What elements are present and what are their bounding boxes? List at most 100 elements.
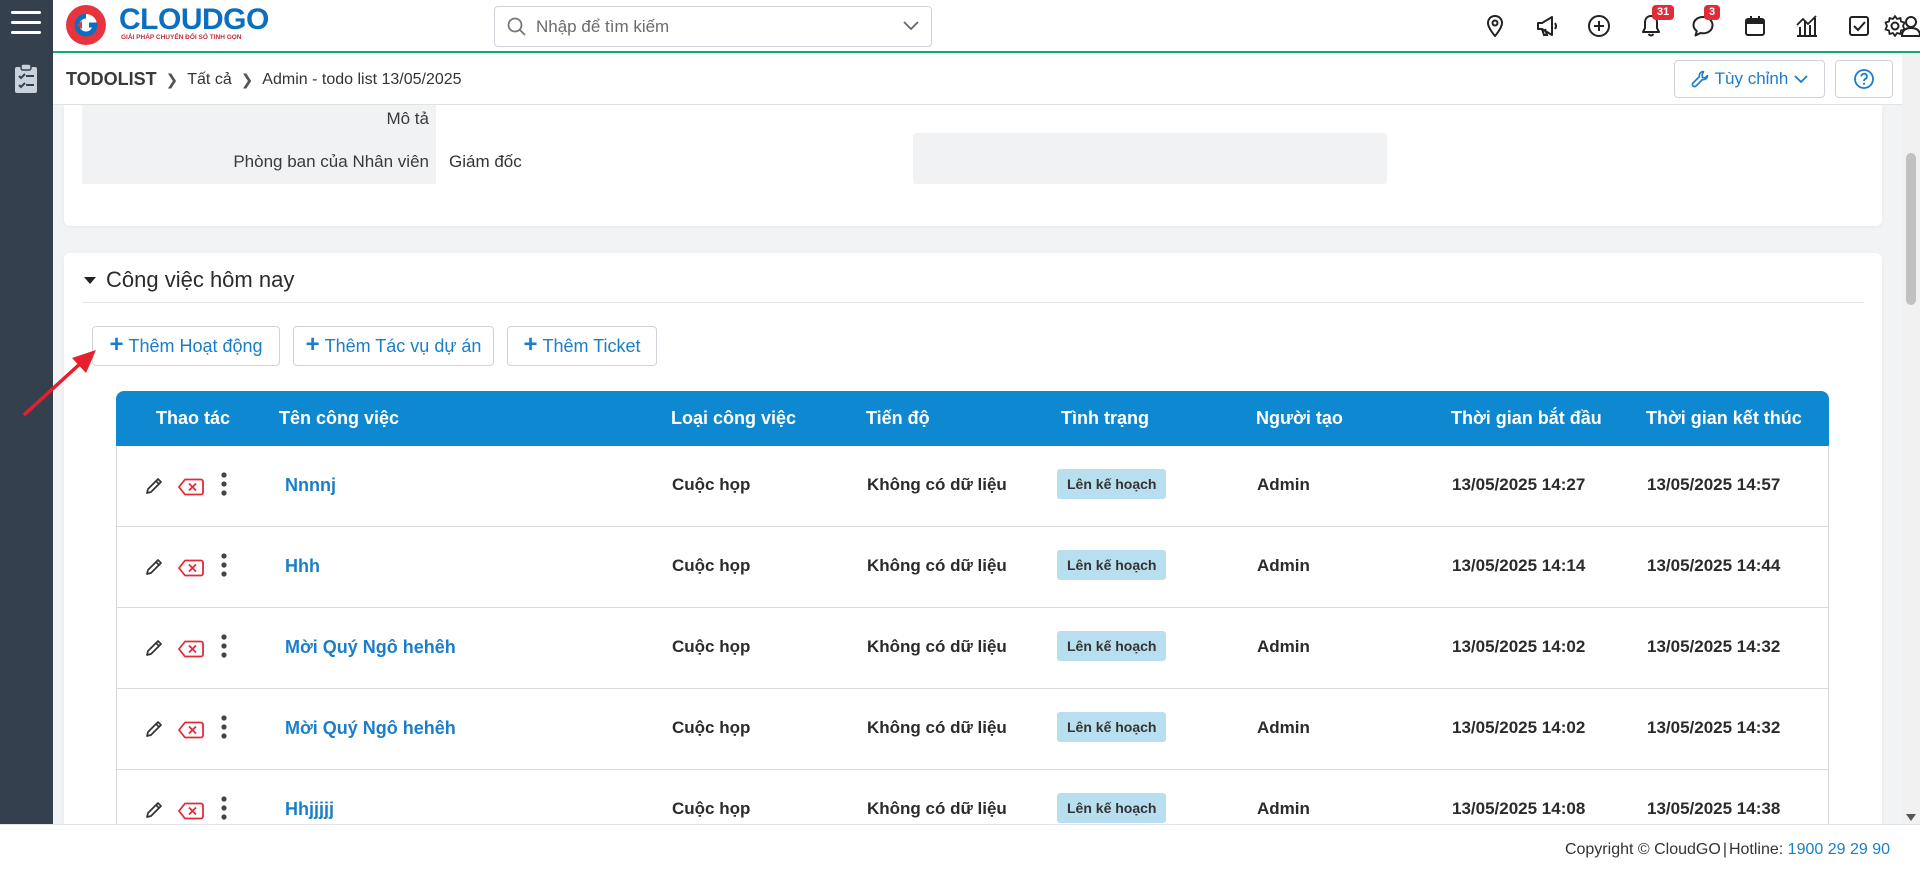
chevron-down-icon: [1794, 75, 1808, 84]
task-end-time: 13/05/2025 14:44: [1647, 556, 1781, 575]
delete-icon[interactable]: [178, 640, 204, 658]
task-checkbox-icon[interactable]: [1846, 13, 1872, 39]
messages-count-badge: 3: [1704, 5, 1721, 20]
task-name-link[interactable]: Mời Quý Ngô hehêh: [285, 718, 456, 739]
task-end-time: 13/05/2025 14:32: [1647, 718, 1781, 737]
more-vertical-icon[interactable]: [220, 715, 228, 739]
table-row: Nnnnj Cuộc họp Không có dữ liệu Admin 13/05/…: [116, 446, 1829, 527]
plus-icon: +: [109, 331, 124, 358]
cloudgo-logo[interactable]: CLOUDGO GIẢI PHÁP CHUYỂN ĐỔI SỐ TINH GỌN: [63, 2, 269, 48]
column-header[interactable]: Tên công việc: [279, 408, 399, 429]
more-vertical-icon[interactable]: [220, 553, 228, 577]
task-name-link[interactable]: Hhjjjjj: [285, 799, 334, 820]
delete-icon[interactable]: [178, 478, 204, 496]
scroll-down-arrow-icon[interactable]: [1906, 814, 1916, 821]
column-header[interactable]: Thời gian kết thúc: [1646, 408, 1802, 429]
breadcrumb-all-link[interactable]: Tất cả: [187, 71, 231, 89]
notifications-count-badge: 31: [1652, 5, 1675, 20]
add-ticket-label: Thêm Ticket: [542, 335, 641, 356]
breadcrumb-root[interactable]: TODOLIST: [66, 69, 157, 90]
location-pin-icon[interactable]: [1482, 13, 1508, 39]
clipboard-checklist-icon[interactable]: [13, 62, 39, 94]
description-label: Mô tả: [386, 109, 429, 128]
table-row: Hhh Cuộc họp Không có dữ liệu Admin 13/05/20…: [116, 527, 1829, 608]
pencil-icon[interactable]: [144, 557, 164, 577]
search-input[interactable]: [536, 15, 876, 39]
task-end-time: 13/05/2025 14:57: [1647, 475, 1781, 494]
delete-icon[interactable]: [178, 559, 204, 577]
task-creator: Admin: [1257, 556, 1310, 575]
status-badge: Lên kế hoạch: [1057, 712, 1167, 742]
add-circle-icon[interactable]: [1586, 13, 1612, 39]
delete-icon[interactable]: [178, 721, 204, 739]
wrench-icon: [1691, 70, 1708, 88]
task-name-link[interactable]: Hhh: [285, 556, 320, 577]
task-name-link[interactable]: Mời Quý Ngô hehêh: [285, 637, 456, 658]
task-type: Cuộc họp: [672, 718, 751, 737]
table-row: Hhjjjjj Cuộc họp Không có dữ liệu Admin 13/0…: [116, 770, 1829, 824]
today-tasks-panel: Công việc hôm nay + Thêm Hoạt động + Thê…: [64, 253, 1882, 824]
chevron-down-icon[interactable]: [903, 20, 919, 32]
more-vertical-icon[interactable]: [220, 472, 228, 496]
search-icon: [507, 17, 526, 36]
scrollbar-thumb[interactable]: [1906, 153, 1916, 305]
task-type: Cuộc họp: [672, 799, 751, 818]
add-activity-button[interactable]: + Thêm Hoạt động: [92, 326, 280, 366]
add-project-task-button[interactable]: + Thêm Tác vụ dự án: [293, 326, 494, 366]
pencil-icon[interactable]: [144, 800, 164, 820]
global-search[interactable]: [494, 6, 932, 47]
tasks-table: Thao tác Tên công việc Loại công việc Ti…: [116, 391, 1829, 824]
column-header[interactable]: Thời gian bắt đầu: [1451, 408, 1602, 429]
caret-down-icon: [84, 276, 96, 284]
task-start-time: 13/05/2025 14:02: [1452, 637, 1586, 656]
megaphone-icon[interactable]: [1534, 13, 1560, 39]
status-badge: Lên kế hoạch: [1057, 793, 1167, 823]
column-header[interactable]: Tình trạng: [1061, 408, 1149, 429]
more-vertical-icon[interactable]: [220, 796, 228, 820]
breadcrumb-bar: TODOLIST ❯ Tất cả ❯ Admin - todo list 13…: [53, 55, 1902, 105]
annotation-arrow-icon: [23, 350, 96, 416]
hotline-number-link[interactable]: 1900 29 29 90: [1788, 841, 1890, 858]
customize-label: Tùy chỉnh: [1714, 69, 1789, 88]
calendar-icon[interactable]: [1742, 13, 1768, 39]
pencil-icon[interactable]: [144, 638, 164, 658]
menu-icon[interactable]: [11, 11, 41, 37]
task-name-link[interactable]: Nnnnj: [285, 475, 336, 496]
task-progress: Không có dữ liệu: [867, 475, 1007, 494]
column-header[interactable]: Tiến độ: [866, 408, 930, 429]
column-header[interactable]: Loại công việc: [671, 408, 796, 429]
task-type: Cuộc họp: [672, 475, 751, 494]
task-progress: Không có dữ liệu: [867, 718, 1007, 737]
messages-button[interactable]: 3: [1690, 5, 1721, 39]
notifications-button[interactable]: 31: [1638, 5, 1675, 39]
task-end-time: 13/05/2025 14:32: [1647, 637, 1781, 656]
status-badge: Lên kế hoạch: [1057, 469, 1167, 499]
add-ticket-button[interactable]: + Thêm Ticket: [507, 326, 657, 366]
add-activity-label: Thêm Hoạt động: [128, 335, 263, 356]
copyright-text: Copyright © CloudGO: [1564, 841, 1721, 858]
brand-tagline: GIẢI PHÁP CHUYỂN ĐỔI SỐ TINH GỌN: [121, 34, 242, 41]
task-creator: Admin: [1257, 637, 1310, 656]
delete-icon[interactable]: [178, 802, 204, 820]
analytics-chart-icon[interactable]: [1794, 13, 1820, 39]
department-value: Giám đốc: [449, 152, 522, 171]
pencil-icon[interactable]: [144, 476, 164, 496]
brand-name: CLOUDGO: [119, 3, 269, 36]
customize-button[interactable]: Tùy chỉnh: [1674, 60, 1825, 98]
task-type: Cuộc họp: [672, 637, 751, 656]
task-start-time: 13/05/2025 14:02: [1452, 718, 1586, 737]
table-row: Mời Quý Ngô hehêh Cuộc họp Không có dữ liệ…: [116, 608, 1829, 689]
column-header[interactable]: Người tạo: [1256, 408, 1343, 429]
status-badge: Lên kế hoạch: [1057, 631, 1167, 661]
plus-icon: +: [305, 331, 320, 358]
more-vertical-icon[interactable]: [220, 634, 228, 658]
gear-icon[interactable]: [1882, 13, 1908, 39]
record-details-panel: Mô tả Phòng ban của Nhân viên Giám đốc: [64, 105, 1882, 226]
top-header: CLOUDGO GIẢI PHÁP CHUYỂN ĐỔI SỐ TINH GỌN: [53, 0, 1920, 53]
help-button[interactable]: [1835, 60, 1893, 98]
pencil-icon[interactable]: [144, 719, 164, 739]
task-progress: Không có dữ liệu: [867, 799, 1007, 818]
page-scrollbar[interactable]: [1902, 55, 1920, 824]
task-start-time: 13/05/2025 14:27: [1452, 475, 1586, 494]
today-tasks-toggle[interactable]: Công việc hôm nay: [84, 267, 294, 293]
